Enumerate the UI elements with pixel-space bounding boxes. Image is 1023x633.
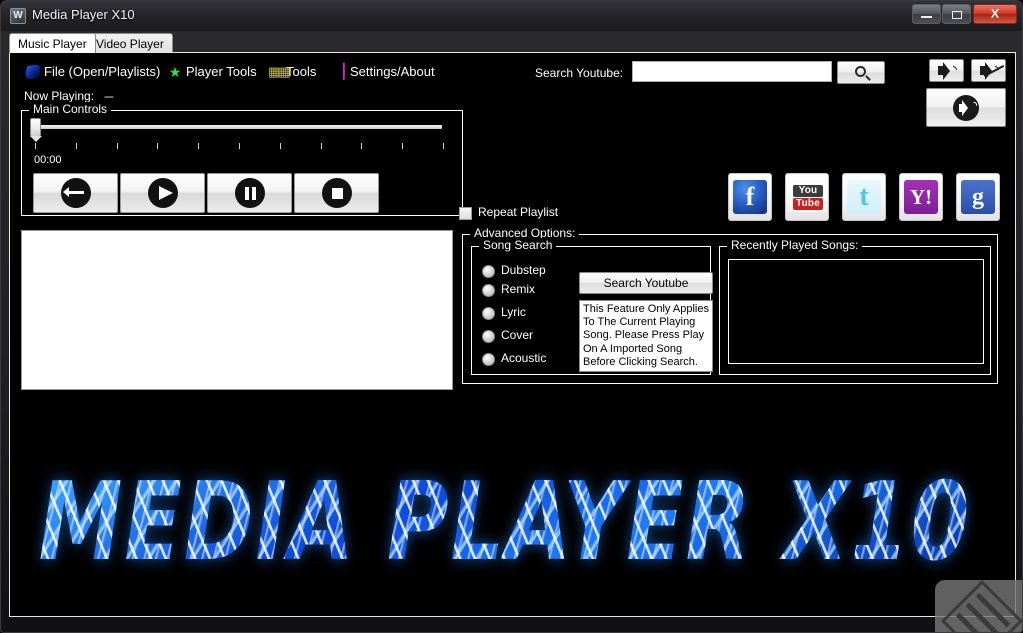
seek-tick [443, 143, 444, 149]
title-bar: W Media Player X10 X [1, 1, 1023, 31]
stop-icon [322, 178, 352, 208]
seek-tick [361, 143, 362, 149]
tab-video-player[interactable]: Video Player [87, 33, 173, 53]
speaker-volume-icon [953, 95, 979, 121]
volume-toggle-button[interactable] [926, 88, 1006, 127]
tab-music-player[interactable]: Music Player [9, 33, 96, 53]
radio-acoustic-dot [482, 353, 495, 366]
instaluj-watermark: INSTALUJ.CZ [935, 580, 1023, 633]
youtube-icon-line1: You [793, 185, 823, 197]
instaluj-logo-icon [941, 580, 1023, 633]
seek-tick [157, 143, 158, 149]
facebook-button[interactable]: f [728, 173, 772, 221]
elapsed-time-label: 00:00 [34, 154, 62, 166]
recently-played-legend: Recently Played Songs: [727, 238, 862, 252]
stop-button[interactable] [294, 173, 379, 213]
main-controls-group: Main Controls 00:00 [21, 110, 463, 216]
song-search-legend: Song Search [479, 238, 556, 252]
tab-strip: Music Player Video Player [9, 33, 1016, 53]
recently-played-list[interactable] [728, 259, 984, 364]
youtube-icon: You Tube [790, 182, 826, 212]
play-icon [148, 178, 178, 208]
previous-button[interactable] [33, 173, 118, 213]
pause-button[interactable] [207, 173, 292, 213]
radio-remix-dot [482, 284, 495, 297]
pause-icon [235, 178, 265, 208]
back-arrow-icon [61, 178, 91, 208]
menu-item-player-tools[interactable]: ★ Player Tools [166, 61, 257, 83]
tools-icon: ▦▦ [268, 65, 282, 79]
playlist-panel[interactable] [21, 230, 453, 390]
seek-tick [321, 143, 322, 149]
twitter-icon: t [847, 180, 881, 214]
minimize-icon [921, 16, 932, 18]
client-area: File (Open/Playlists) ★ Player Tools ▦▦ … [9, 52, 1016, 617]
seek-slider-track[interactable] [34, 125, 442, 129]
repeat-playlist-checkbox[interactable] [459, 207, 472, 220]
song-search-group: Song Search Dubstep Remix Lyric Cover [471, 246, 711, 375]
google-icon: g [961, 180, 995, 214]
menu-item-settings-about-label: Settings/About [350, 64, 435, 79]
menu-item-tools-label: Tools [286, 64, 316, 79]
maximize-button[interactable] [942, 4, 971, 24]
seek-tick [402, 143, 403, 149]
menu-item-file-label: File (Open/Playlists) [44, 64, 160, 79]
now-playing-label: Now Playing: [24, 89, 94, 103]
seek-tick [35, 143, 36, 149]
yahoo-button[interactable]: Y! [899, 173, 943, 221]
file-icon [24, 64, 41, 80]
minimize-button[interactable] [912, 4, 941, 24]
app-logo-text: MEDIA PLAYER X10 [39, 468, 971, 576]
application-window: W Media Player X10 X Music Player Video … [0, 0, 1023, 633]
seek-slider-thumb[interactable] [30, 118, 41, 137]
seek-tick [280, 143, 281, 149]
youtube-button[interactable]: You Tube [785, 173, 829, 221]
youtube-icon-line2: Tube [793, 198, 823, 210]
app-logo: MEDIA PLAYER X10 [150, 463, 860, 581]
window-title: Media Player X10 [32, 7, 135, 22]
yahoo-icon: Y! [904, 180, 938, 214]
song-search-youtube-button[interactable]: Search Youtube [579, 272, 713, 294]
radio-remix-label: Remix [501, 282, 535, 296]
search-youtube-input[interactable] [632, 61, 832, 82]
play-button[interactable] [120, 173, 205, 213]
close-button[interactable]: X [973, 4, 1017, 24]
menu-item-player-tools-label: Player Tools [186, 64, 257, 79]
song-search-info-text: This Feature Only Applies To The Current… [579, 300, 713, 372]
seek-tick [117, 143, 118, 149]
radio-dubstep-dot [482, 265, 495, 278]
twitter-button[interactable]: t [842, 173, 886, 221]
radio-cover-label: Cover [501, 328, 533, 342]
volume-mute-button[interactable] [971, 59, 1006, 82]
speaker-icon [938, 66, 946, 75]
settings-icon: ▕ [332, 65, 346, 79]
radio-cover-dot [482, 330, 495, 343]
seek-slider-ticks [35, 143, 443, 149]
seek-tick [198, 143, 199, 149]
radio-acoustic-label: Acoustic [501, 351, 546, 365]
maximize-icon [952, 11, 962, 19]
repeat-playlist-label[interactable]: Repeat Playlist [478, 205, 558, 219]
app-shield-icon: W [10, 8, 26, 24]
radio-lyric-label: Lyric [501, 305, 526, 319]
recently-played-group: Recently Played Songs: [719, 246, 991, 375]
menu-item-file[interactable]: File (Open/Playlists) [24, 61, 160, 83]
seek-tick [76, 143, 77, 149]
advanced-options-group: Advanced Options: Song Search Dubstep Re… [462, 234, 998, 384]
main-controls-legend: Main Controls [29, 102, 111, 116]
seek-tick [239, 143, 240, 149]
facebook-icon: f [733, 180, 767, 214]
search-youtube-label: Search Youtube: [535, 66, 623, 80]
volume-up-button[interactable] [929, 59, 964, 82]
now-playing: Now Playing: --- [24, 89, 113, 103]
radio-dubstep-label: Dubstep [501, 263, 546, 277]
now-playing-value: --- [104, 89, 113, 103]
star-icon: ★ [168, 65, 182, 79]
radio-lyric-dot [482, 307, 495, 320]
search-youtube-button[interactable] [837, 61, 885, 84]
menu-item-settings-about[interactable]: ▕ Settings/About [330, 61, 435, 83]
menu-item-tools[interactable]: ▦▦ Tools [266, 61, 316, 83]
google-button[interactable]: g [956, 173, 1000, 221]
magnifier-icon [855, 66, 866, 77]
